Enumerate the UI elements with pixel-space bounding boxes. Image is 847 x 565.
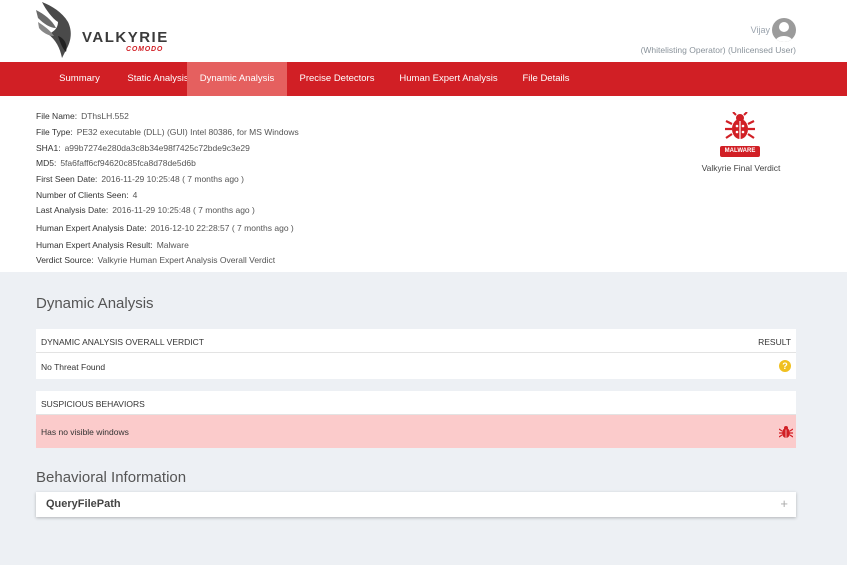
main-nav: Summary Static Analysis Dynamic Analysis…	[0, 62, 847, 96]
verdict-badge: MALWARE	[720, 146, 760, 157]
last-analysis-row: Last Analysis Date: 2016-11-29 10:25:48 (…	[36, 205, 255, 215]
last-analysis-label: Last Analysis Date:	[36, 205, 109, 215]
user-avatar-icon[interactable]	[772, 18, 796, 42]
dynamic-analysis-title: Dynamic Analysis	[36, 295, 154, 312]
hea-date-label: Human Expert Analysis Date:	[36, 223, 147, 233]
first-seen-row: First Seen Date: 2016-11-29 10:25:48 ( 7 …	[36, 174, 244, 184]
md5-label: MD5:	[36, 158, 57, 168]
suspicious-behaviors-heading: SUSPICIOUS BEHAVIORS	[41, 399, 145, 409]
clients-seen-value: 4	[132, 190, 138, 200]
verdict-source-row: Verdict Source: Valkyrie Human Expert Ana…	[36, 255, 275, 265]
clients-seen-label: Number of Clients Seen:	[36, 190, 129, 200]
md5-value: 5fa6faff6cf94620c85fca8d78de5d6b	[60, 158, 196, 168]
hea-result-value: Malware	[156, 240, 189, 250]
sha1-value: a99b7274e280da3c8b34e98f7425c72bde9c3e29	[64, 143, 250, 153]
first-seen-value: 2016-11-29 10:25:48 ( 7 months ago )	[101, 174, 244, 184]
verdict-source-label: Verdict Source:	[36, 255, 94, 265]
verdict-source-value: Valkyrie Human Expert Analysis Overall V…	[97, 255, 276, 265]
first-seen-label: First Seen Date:	[36, 174, 98, 184]
question-icon: ?	[779, 360, 791, 372]
user-name[interactable]: Vijay	[751, 25, 770, 35]
brand-sub: COMODO	[126, 46, 164, 53]
clients-seen-row: Number of Clients Seen: 4	[36, 190, 137, 200]
overall-verdict-row: No Threat Found ?	[36, 353, 796, 379]
md5-row: MD5: 5fa6faff6cf94620c85fca8d78de5d6b	[36, 158, 196, 168]
valkyrie-wing-logo-icon	[36, 2, 71, 58]
file-name-label: File Name:	[36, 111, 78, 121]
suspicious-behaviors-header: SUSPICIOUS BEHAVIORS	[36, 391, 796, 415]
last-analysis-value: 2016-11-29 10:25:48 ( 7 months ago )	[112, 205, 255, 215]
file-type-value: PE32 executable (DLL) (GUI) Intel 80386,…	[76, 127, 299, 137]
sha1-label: SHA1:	[36, 143, 61, 153]
sha1-row: SHA1: a99b7274e280da3c8b34e98f7425c72bde9…	[36, 143, 250, 153]
valkyrie-logo[interactable]: VALKYRIE COMODO	[34, 0, 174, 60]
suspicious-behavior-row: Has no visible windows	[36, 415, 796, 448]
hea-result-row: Human Expert Analysis Result: Malware	[36, 240, 189, 250]
behavior-item-label: QueryFilePath	[46, 498, 121, 510]
file-name-row: File Name: DThsLH.552	[36, 111, 129, 121]
tab-dynamic-analysis[interactable]: Dynamic Analysis	[187, 62, 287, 96]
verdict-caption: Valkyrie Final Verdict	[701, 163, 781, 173]
file-type-row: File Type: PE32 executable (DLL) (GUI) In…	[36, 127, 299, 137]
expand-plus-icon[interactable]: +	[780, 496, 788, 511]
bug-icon	[779, 426, 793, 438]
app-header: VALKYRIE COMODO Vijay (Whitelisting Oper…	[0, 0, 847, 62]
hea-date-row: Human Expert Analysis Date: 2016-12-10 22…	[36, 223, 294, 233]
brand-name: VALKYRIE	[82, 29, 169, 46]
behavioral-information-title: Behavioral Information	[36, 469, 187, 486]
overall-verdict-header: DYNAMIC ANALYSIS OVERALL VERDICT RESULT	[36, 329, 796, 353]
file-type-label: File Type:	[36, 127, 73, 137]
user-role: (Whitelisting Operator) (Unlicensed User…	[640, 45, 796, 55]
hea-date-value: 2016-12-10 22:28:57 ( 7 months ago )	[150, 223, 294, 233]
hea-result-label: Human Expert Analysis Result:	[36, 240, 153, 250]
overall-verdict-value: No Threat Found	[41, 362, 106, 372]
tab-precise-detectors[interactable]: Precise Detectors	[290, 62, 384, 96]
tab-human-expert-analysis[interactable]: Human Expert Analysis	[390, 62, 507, 96]
overall-verdict-heading: DYNAMIC ANALYSIS OVERALL VERDICT	[41, 337, 204, 347]
file-name-value: DThsLH.552	[81, 111, 129, 121]
result-heading: RESULT	[758, 337, 791, 347]
behavior-accordion-queryfilepath[interactable]: QueryFilePath +	[36, 492, 796, 517]
suspicious-behavior-text: Has no visible windows	[41, 427, 129, 437]
tab-file-details[interactable]: File Details	[512, 62, 580, 96]
malware-bug-icon	[725, 112, 755, 139]
